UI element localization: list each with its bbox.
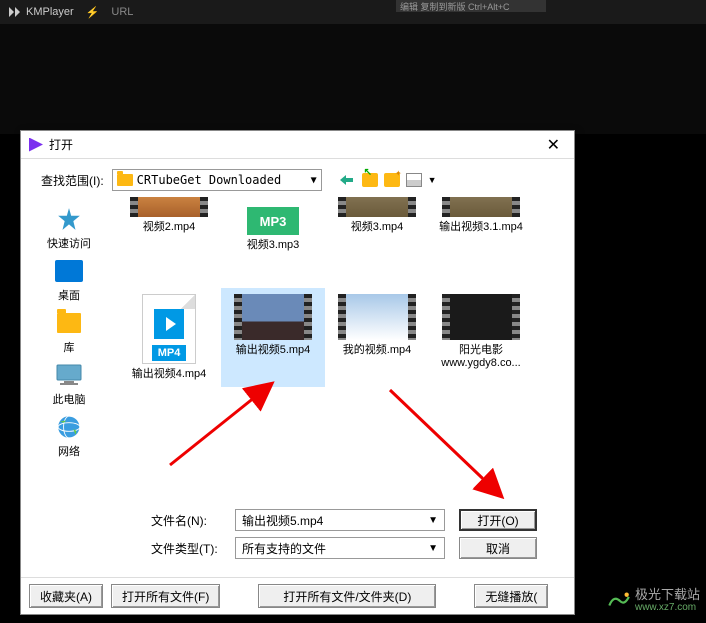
watermark-logo-icon xyxy=(605,586,631,615)
video-thumbnail xyxy=(338,197,416,217)
sidebar-item-label: 桌面 xyxy=(58,287,80,303)
video-thumbnail xyxy=(338,294,416,340)
sidebar-item-label: 网络 xyxy=(58,443,80,459)
watermark-url: www.xz7.com xyxy=(635,602,700,613)
mp3-icon: MP3 xyxy=(247,207,299,235)
file-name: 视频3.mp4 xyxy=(351,221,404,234)
file-item[interactable]: 输出视频3.1.mp4 xyxy=(429,201,533,258)
globe-icon xyxy=(53,413,85,441)
file-item-selected[interactable]: 输出视频5.mp4 xyxy=(221,288,325,387)
seamless-play-button[interactable]: 无缝播放( xyxy=(474,584,548,608)
back-button[interactable] xyxy=(338,171,356,189)
cancel-button[interactable]: 取消 xyxy=(459,537,537,559)
chevron-down-icon: ▼ xyxy=(428,515,438,526)
open-dialog: 打开 ✕ 查找范围(I): CRTubeGet Downloaded ▼ ▼ xyxy=(20,130,575,615)
star-icon xyxy=(53,205,85,233)
dialog-body: 快速访问 桌面 库 此电脑 网络 xyxy=(21,197,574,505)
places-sidebar: 快速访问 桌面 库 此电脑 网络 xyxy=(29,197,109,497)
filetype-value: 所有支持的文件 xyxy=(242,540,326,557)
sidebar-network[interactable]: 网络 xyxy=(53,413,85,459)
open-all-files-folders-button[interactable]: 打开所有文件/文件夹(D) xyxy=(258,584,436,608)
file-name: 阳光电影 www.ygdy8.co... xyxy=(441,344,520,370)
video-thumbnail xyxy=(442,294,520,340)
dialog-titlebar: 打开 ✕ xyxy=(21,131,574,159)
desktop-icon xyxy=(53,257,85,285)
file-name: 输出视频3.1.mp4 xyxy=(439,221,523,234)
bolt-icon[interactable]: ⚡ xyxy=(86,6,100,19)
sidebar-item-label: 快速访问 xyxy=(47,235,91,251)
filetype-label: 文件类型(T): xyxy=(151,540,221,557)
kmplayer-titlebar: KMPlayer ⚡ URL xyxy=(0,0,706,24)
file-list[interactable]: 视频2.mp4 MP3 视频3.mp3 视频3.mp4 输出视频3.1.mp4 xyxy=(109,197,566,497)
open-all-files-button[interactable]: 打开所有文件(F) xyxy=(111,584,220,608)
top-cut-strip: 编辑 复制到新版 Ctrl+Alt+C xyxy=(396,0,546,12)
open-button[interactable]: 打开(O) xyxy=(459,509,537,531)
sidebar-quick-access[interactable]: 快速访问 xyxy=(47,205,91,251)
view-dropdown-icon[interactable]: ▼ xyxy=(428,175,437,185)
folder-icon xyxy=(117,174,133,186)
url-label[interactable]: URL xyxy=(111,6,133,18)
extra-buttons: 收藏夹(A) 打开所有文件(F) 打开所有文件/文件夹(D) 无缝播放( xyxy=(21,577,574,614)
computer-icon xyxy=(53,361,85,389)
library-icon xyxy=(53,309,85,337)
filename-form: 文件名(N): 输出视频5.mp4 ▼ 打开(O) 文件类型(T): 所有支持的… xyxy=(21,505,574,577)
sidebar-this-pc[interactable]: 此电脑 xyxy=(53,361,86,407)
video-thumbnail xyxy=(442,197,520,217)
file-name: 视频3.mp3 xyxy=(247,239,300,252)
lookup-label: 查找范围(I): xyxy=(41,172,104,189)
file-item[interactable]: 阳光电影 www.ygdy8.co... xyxy=(429,288,533,387)
view-mode-button[interactable] xyxy=(406,173,422,187)
file-name: 输出视频4.mp4 xyxy=(132,368,207,381)
filename-label: 文件名(N): xyxy=(151,512,221,529)
sidebar-libraries[interactable]: 库 xyxy=(53,309,85,355)
filename-value: 输出视频5.mp4 xyxy=(242,512,323,529)
close-button[interactable]: ✕ xyxy=(541,135,566,155)
dialog-title: 打开 xyxy=(49,136,73,153)
video-thumbnail xyxy=(234,294,312,340)
watermark: 极光下载站 www.xz7.com xyxy=(605,586,700,615)
file-name: 我的视频.mp4 xyxy=(343,344,411,357)
file-item[interactable]: 视频2.mp4 xyxy=(117,201,221,258)
video-thumbnail xyxy=(130,197,208,217)
file-item[interactable]: MP4 输出视频4.mp4 xyxy=(117,288,221,387)
player-dark-area xyxy=(0,24,706,134)
sidebar-desktop[interactable]: 桌面 xyxy=(53,257,85,303)
new-folder-button[interactable] xyxy=(384,173,400,187)
file-item[interactable]: 我的视频.mp4 xyxy=(325,288,429,387)
lookup-combo[interactable]: CRTubeGet Downloaded ▼ xyxy=(112,169,322,191)
lookup-row: 查找范围(I): CRTubeGet Downloaded ▼ ▼ xyxy=(21,159,574,197)
folder-name: CRTubeGet Downloaded xyxy=(137,173,282,187)
chevron-down-icon: ▼ xyxy=(311,175,317,186)
kmplayer-name: KMPlayer xyxy=(26,6,74,18)
file-name: 输出视频5.mp4 xyxy=(236,344,311,357)
kmplayer-logo: KMPlayer xyxy=(8,6,74,18)
sidebar-item-label: 库 xyxy=(64,339,75,355)
file-name: 视频2.mp4 xyxy=(143,221,196,234)
favorites-button[interactable]: 收藏夹(A) xyxy=(29,584,103,608)
dialog-play-icon xyxy=(29,138,43,152)
chevron-down-icon: ▼ xyxy=(428,543,438,554)
mp4-file-icon: MP4 xyxy=(142,294,196,364)
sidebar-item-label: 此电脑 xyxy=(53,391,86,407)
watermark-title: 极光下载站 xyxy=(635,588,700,602)
file-item[interactable]: 视频3.mp4 xyxy=(325,201,429,258)
file-item[interactable]: MP3 视频3.mp3 xyxy=(221,201,325,258)
up-folder-button[interactable] xyxy=(362,173,378,187)
lookup-toolbar: ▼ xyxy=(338,171,437,189)
filename-input[interactable]: 输出视频5.mp4 ▼ xyxy=(235,509,445,531)
filetype-select[interactable]: 所有支持的文件 ▼ xyxy=(235,537,445,559)
